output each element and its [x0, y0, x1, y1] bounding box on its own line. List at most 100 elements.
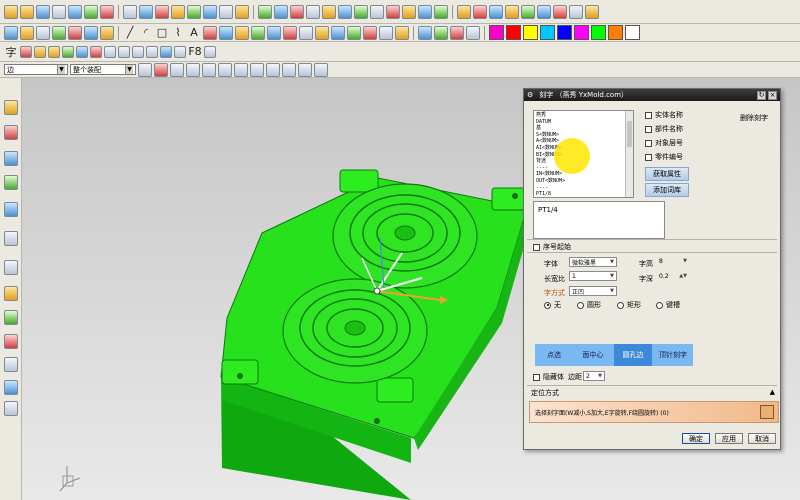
radio-dot[interactable]	[577, 301, 584, 309]
palette-icon[interactable]	[4, 380, 18, 395]
color-swatch[interactable]	[608, 25, 623, 40]
system-scene-icon[interactable]	[4, 357, 18, 372]
point-on-face-icon[interactable]	[314, 62, 328, 77]
filter-icon[interactable]	[138, 62, 152, 77]
center-point-icon[interactable]	[250, 62, 264, 77]
view-right-icon[interactable]	[569, 4, 583, 19]
polyline-icon[interactable]: ⌇	[171, 26, 185, 39]
analysis-icon[interactable]	[418, 25, 432, 40]
text-tool-icon[interactable]: 字	[4, 44, 18, 60]
grid-blue-icon[interactable]	[76, 45, 88, 58]
layer-icon[interactable]	[171, 4, 185, 19]
delete-icon[interactable]	[155, 4, 169, 19]
mid-point-icon[interactable]	[202, 62, 216, 77]
checkbox-hide-body[interactable]: 隐藏体	[533, 372, 564, 382]
grid-icon[interactable]	[62, 45, 74, 58]
engrave-text-input[interactable]: PT1/4	[533, 201, 665, 239]
new-file-icon[interactable]	[4, 4, 18, 19]
radio-circle[interactable]: 圆形	[577, 300, 601, 310]
hidden-icon[interactable]	[505, 4, 519, 19]
assembly-scope-dropdown[interactable]: 整个装配 ▼	[70, 64, 136, 75]
dialog-titlebar[interactable]: ⚙ 刻字 （燕秀 YxMold.com） ↻ ×	[524, 89, 780, 101]
f8-icon[interactable]: F8	[188, 45, 202, 58]
text-frame-icon[interactable]	[123, 4, 137, 19]
list-item[interactable]: OUT<数NUM>	[536, 178, 631, 185]
mold-base-icon[interactable]	[274, 4, 288, 19]
snap-icon[interactable]	[154, 62, 168, 77]
checkbox-solid-name[interactable]: 实体名称	[645, 110, 683, 120]
wireframe-icon[interactable]	[489, 4, 503, 19]
chamfer-icon[interactable]	[235, 25, 249, 40]
list-item[interactable]: 燕秀	[536, 112, 631, 119]
positioning-section-header[interactable]: 定位方式 ▲	[528, 388, 778, 398]
bom-icon[interactable]	[418, 4, 432, 19]
web-browser-icon[interactable]	[4, 202, 18, 217]
assembly-navigator-icon[interactable]	[4, 100, 18, 115]
cylinder-icon[interactable]	[84, 4, 98, 19]
checkbox-box[interactable]	[645, 111, 652, 119]
frame-icon[interactable]	[104, 45, 116, 58]
color-swatch[interactable]	[540, 25, 555, 40]
mirror-icon[interactable]	[219, 25, 233, 40]
selection-filter-dropdown[interactable]: 边 ▼	[4, 64, 68, 75]
ejector-icon[interactable]	[290, 4, 304, 19]
cross-icon[interactable]	[20, 45, 32, 58]
offset-icon[interactable]	[100, 25, 114, 40]
dimension-icon[interactable]	[450, 25, 464, 40]
intersect-icon[interactable]	[363, 25, 377, 40]
insert-pin-icon[interactable]	[338, 4, 352, 19]
unite-icon[interactable]	[331, 25, 345, 40]
split-icon[interactable]	[84, 25, 98, 40]
color-swatch[interactable]	[574, 25, 589, 40]
block-icon[interactable]	[68, 4, 82, 19]
color-swatch[interactable]	[557, 25, 572, 40]
zoom-fit-icon[interactable]	[585, 4, 599, 19]
list-item[interactable]: DATUM	[536, 119, 631, 126]
process-studio-icon[interactable]	[4, 310, 18, 325]
checkbox-box[interactable]	[533, 243, 540, 251]
text-mode-select[interactable]: 正凹 ▼	[569, 286, 617, 296]
gem-icon[interactable]	[90, 45, 102, 58]
radio-none[interactable]: 无	[544, 300, 561, 310]
cooling-icon[interactable]	[306, 4, 320, 19]
radio-dot[interactable]	[617, 301, 624, 309]
cube-icon[interactable]	[34, 45, 46, 58]
assembly-icon[interactable]	[258, 4, 272, 19]
view-iso-icon[interactable]	[553, 4, 567, 19]
list-item[interactable]: IN<数NUM>	[536, 171, 631, 178]
insert-icon[interactable]	[235, 4, 249, 19]
face-select-icon[interactable]	[760, 405, 774, 419]
height-select[interactable]: 8 ▼	[657, 256, 689, 266]
feature-icon[interactable]	[20, 25, 34, 40]
list-item[interactable]: 基	[536, 125, 631, 132]
angle-icon[interactable]	[174, 45, 186, 58]
list-item[interactable]: ----	[536, 185, 631, 192]
checkbox-box[interactable]	[645, 125, 652, 133]
arc-icon[interactable]: ◜	[139, 26, 153, 39]
line-icon[interactable]: ╱	[123, 26, 137, 39]
cylinder-small-icon[interactable]	[48, 45, 60, 58]
measure-icon[interactable]	[219, 4, 233, 19]
runner-icon[interactable]	[370, 4, 384, 19]
control-point-icon[interactable]	[218, 62, 232, 77]
pocket-icon[interactable]	[386, 4, 400, 19]
reuse-library-icon[interactable]	[4, 175, 18, 190]
checkbox-seq-start[interactable]: 序号起始	[533, 242, 571, 252]
radio-dot[interactable]	[656, 301, 663, 309]
checkbox-part-number[interactable]: 零件编号	[645, 152, 683, 162]
checkbox-part-name[interactable]: 部件名称	[645, 124, 683, 134]
settings-icon[interactable]	[4, 401, 18, 416]
radio-slot[interactable]: 键槽	[656, 300, 680, 310]
color-swatch[interactable]	[489, 25, 504, 40]
checkbox-box[interactable]	[533, 373, 540, 381]
boss-icon[interactable]	[283, 25, 297, 40]
shell-icon[interactable]	[315, 25, 329, 40]
list-item[interactable]: PT1/8	[536, 191, 631, 197]
replace-face-icon[interactable]	[379, 25, 393, 40]
point-on-curve-icon[interactable]	[298, 62, 312, 77]
draft-icon[interactable]	[299, 25, 313, 40]
trim-body-icon[interactable]	[68, 25, 82, 40]
quadrant-icon[interactable]	[266, 62, 280, 77]
history-icon[interactable]	[4, 231, 18, 246]
hole-icon[interactable]	[267, 25, 281, 40]
